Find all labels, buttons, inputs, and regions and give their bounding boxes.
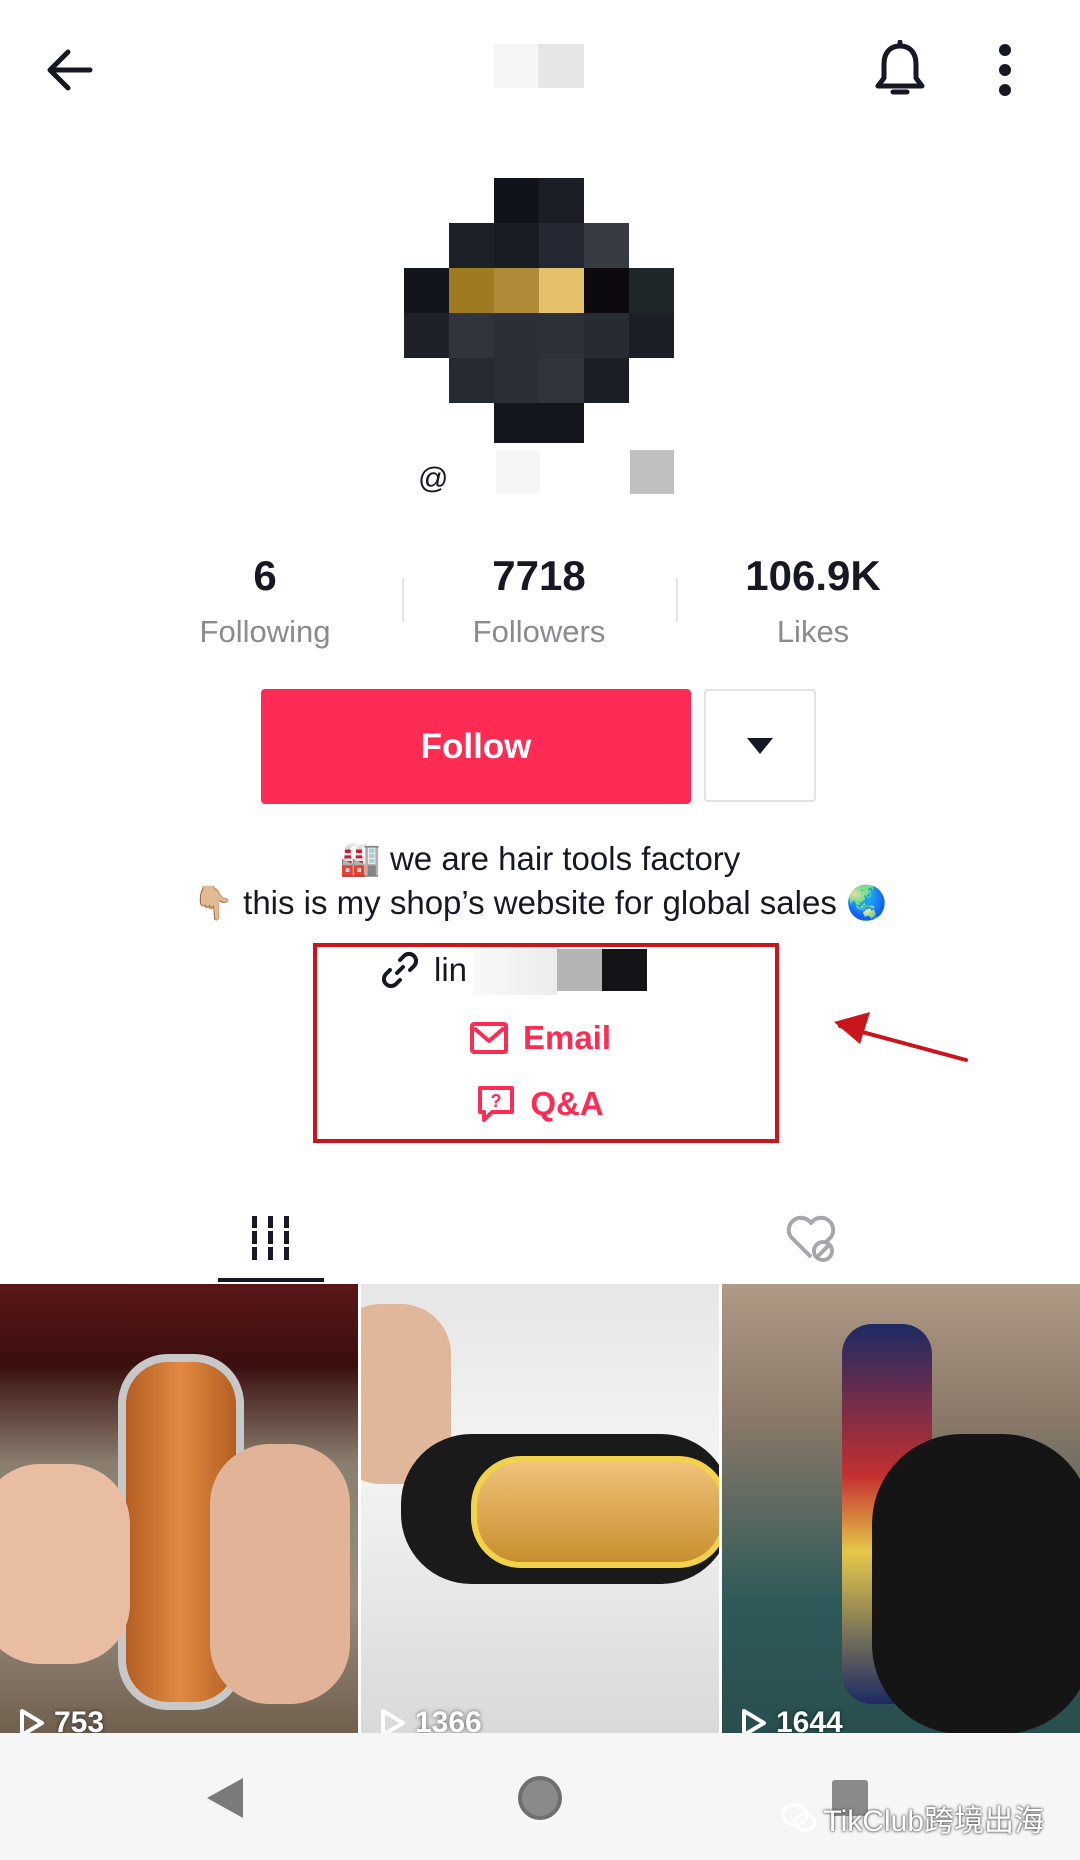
bio-line-1: 🏭 we are hair tools factory [0, 840, 1080, 879]
username-title [494, 44, 584, 88]
handle-prefix: @ [418, 462, 449, 495]
stat-followers[interactable]: 7718 Followers [409, 552, 669, 650]
play-outline-icon [20, 1709, 44, 1734]
system-back-button[interactable] [190, 1763, 260, 1833]
tab-active-indicator [218, 1278, 324, 1282]
bell-icon [875, 40, 925, 95]
factory-emoji: 🏭 [339, 840, 381, 877]
watermark: TikClub跨境出海 [781, 1796, 1044, 1840]
notification-button[interactable] [860, 30, 940, 110]
stat-likes: 106.9K Likes [683, 552, 943, 650]
pointing-down-emoji: 👇🏼 [192, 884, 234, 921]
hand-left [0, 1464, 130, 1664]
video-view-count: 1644 [740, 1706, 843, 1734]
play-outline-icon [742, 1709, 766, 1734]
annotation-box [313, 943, 779, 1143]
profile-handle: @ [418, 450, 678, 500]
globe-emoji: 🌏 [846, 884, 888, 921]
following-count: 6 [253, 552, 277, 599]
stat-divider [402, 578, 404, 622]
arrow-left-icon [47, 49, 93, 91]
followers-label: Followers [472, 614, 606, 649]
bio-text-2: this is my shop’s website for global sal… [243, 884, 837, 921]
view-count: 1644 [776, 1706, 843, 1734]
likes-count: 106.9K [745, 552, 881, 599]
hand-right [210, 1444, 350, 1704]
video-thumbnail[interactable]: 1366 [361, 1284, 719, 1734]
avatar[interactable] [404, 178, 676, 450]
nav-home-icon [518, 1776, 562, 1820]
video-view-count: 1366 [379, 1706, 482, 1734]
follow-button[interactable]: Follow [261, 689, 691, 804]
video-thumbnail[interactable]: 1644 [722, 1284, 1080, 1734]
liked-hidden-icon [786, 1215, 836, 1262]
play-outline-icon [381, 1709, 405, 1734]
video-view-count: 753 [18, 1706, 104, 1734]
bio-text-1: we are hair tools factory [389, 840, 741, 877]
suggested-accounts-button[interactable] [704, 689, 816, 802]
tab-videos[interactable] [218, 1200, 324, 1276]
nav-back-icon [207, 1778, 243, 1818]
watermark-text: TikClub跨境出海 [823, 1805, 1044, 1838]
system-home-button[interactable] [505, 1763, 575, 1833]
annotation-arrow [834, 1012, 968, 1062]
view-count: 753 [54, 1706, 105, 1734]
stat-following[interactable]: 6 Following [135, 552, 395, 650]
device-window [471, 1456, 719, 1568]
video-thumbnail[interactable]: 753 [0, 1284, 358, 1734]
more-options-button[interactable] [965, 30, 1045, 110]
wechat-icon [781, 1803, 817, 1832]
following-label: Following [199, 614, 331, 649]
videos-grid-icon [250, 1216, 292, 1260]
tab-liked[interactable] [758, 1200, 864, 1276]
stat-divider [676, 578, 678, 622]
bio-line-2: 👇🏼 this is my shop’s website for global … [0, 884, 1080, 923]
likes-label: Likes [776, 614, 850, 649]
view-count: 1366 [415, 1706, 482, 1734]
gloved-hand [872, 1434, 1080, 1734]
back-button[interactable] [30, 30, 110, 110]
more-vertical-icon [999, 44, 1011, 96]
caret-down-icon [747, 737, 773, 754]
followers-count: 7718 [492, 552, 586, 599]
